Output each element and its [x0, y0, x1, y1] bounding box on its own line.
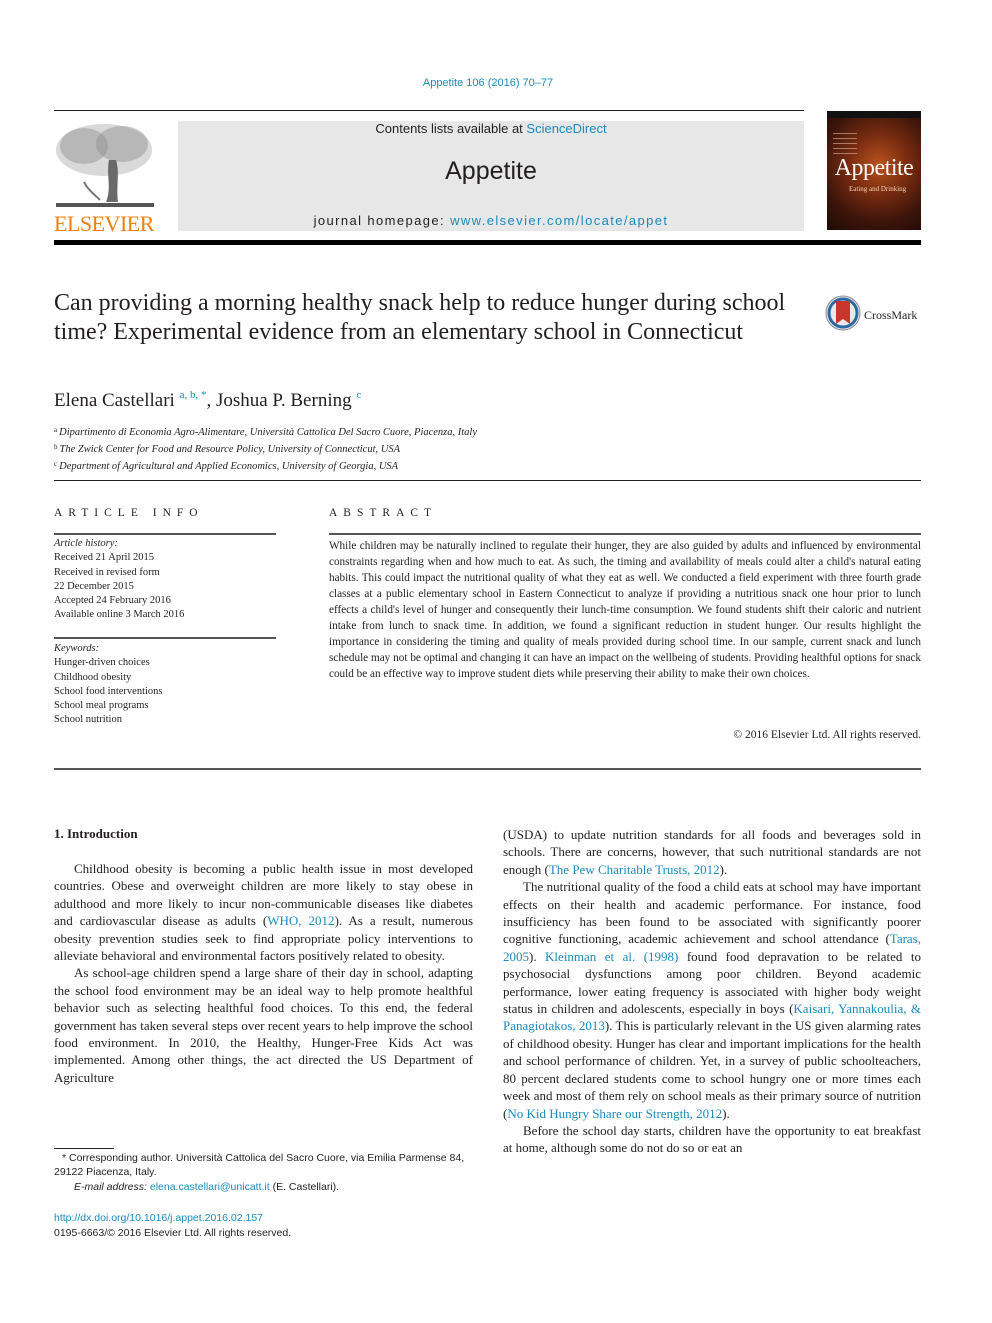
affiliation-mark: c: [54, 460, 58, 468]
article-history: Article history: Received 21 April 2015 …: [54, 537, 184, 623]
paragraph: Childhood obesity is becoming a public h…: [54, 860, 473, 964]
cover-subtitle: Eating and Drinking: [849, 185, 907, 193]
body-column-left: Childhood obesity is becoming a public h…: [54, 860, 473, 1086]
section-heading-introduction: 1. Introduction: [54, 826, 138, 841]
abstract-heading: ABSTRACT: [329, 507, 438, 519]
citation-link[interactable]: The Pew Charitable Trusts, 2012: [549, 862, 720, 877]
contents-label: Contents lists available at: [375, 121, 527, 136]
affiliation-mark: a: [54, 426, 58, 434]
citation-link[interactable]: No Kid Hungry Share our Strength, 2012: [507, 1106, 722, 1121]
cover-title: Appetite: [834, 155, 914, 181]
homepage-line: journal homepage: www.elsevier.com/locat…: [178, 213, 804, 228]
affiliation-text: The Zwick Center for Food and Resource P…: [59, 444, 401, 455]
article-history-label: Article history:: [54, 538, 118, 549]
paragraph-text: The nutritional quality of the food a ch…: [503, 879, 921, 947]
footnote: * Corresponding author. Università Catto…: [54, 1151, 473, 1194]
keywords-label: Keywords:: [54, 643, 100, 654]
header-rule: [54, 110, 804, 111]
affiliation-item: b The Zwick Center for Food and Resource …: [54, 440, 477, 457]
issn-copyright: 0195-6663/© 2016 Elsevier Ltd. All right…: [54, 1227, 292, 1239]
history-item: Received 21 April 2015: [54, 552, 155, 564]
doi-link[interactable]: http://dx.doi.org/10.1016/j.appet.2016.0…: [54, 1212, 263, 1224]
cover-topbar: [827, 111, 921, 118]
article-info-rule: [54, 533, 276, 535]
affiliation-item: a Dipartimento di Economia Agro-Alimentar…: [54, 423, 477, 440]
article-title: Can providing a morning healthy snack he…: [54, 290, 786, 345]
article-info-heading: ARTICLE INFO: [54, 507, 204, 519]
journal-reference-link[interactable]: Appetite 106 (2016) 70–77: [0, 77, 976, 89]
journal-name: Appetite: [445, 157, 537, 185]
affiliations: a Dipartimento di Economia Agro-Alimentar…: [54, 423, 477, 474]
crossmark-label: CrossMark: [864, 307, 918, 322]
keywords: Keywords: Hunger-driven choices Childhoo…: [54, 642, 163, 728]
crossmark-button[interactable]: CrossMark: [825, 295, 917, 335]
paragraph-text: ).: [529, 948, 546, 964]
paragraph: As school-age children spend a large sha…: [54, 965, 473, 1085]
body-column-right: (USDA) to update nutrition standards for…: [503, 826, 921, 1157]
journal-banner: Contents lists available at ScienceDirec…: [178, 121, 804, 231]
doi-block: http://dx.doi.org/10.1016/j.appet.2016.0…: [54, 1211, 291, 1241]
keyword-item: School food interventions: [54, 685, 163, 697]
history-item: 22 December 2015: [54, 580, 134, 592]
history-item: Received in revised form: [54, 566, 160, 578]
keyword-item: Hunger-driven choices: [54, 657, 150, 669]
affiliation-item: c Department of Agricultural and Applied …: [54, 457, 477, 474]
sciencedirect-link[interactable]: ScienceDirect: [526, 121, 606, 136]
abstract-rule: [329, 533, 921, 535]
abstract-copyright: © 2016 Elsevier Ltd. All rights reserved…: [733, 729, 921, 741]
history-item: Accepted 24 February 2016: [54, 595, 171, 607]
keyword-item: School meal programs: [54, 700, 149, 712]
author-name[interactable]: Elena Castellari: [54, 390, 175, 411]
citation-link[interactable]: Kleinman et al. (1998): [545, 949, 678, 964]
citation-link[interactable]: WHO, 2012: [267, 913, 334, 928]
abstract-bottom-rule: [54, 768, 921, 770]
keyword-item: Childhood obesity: [54, 671, 132, 683]
affiliation-text: Dipartimento di Economia Agro-Alimentare…: [59, 427, 478, 438]
author-list: Elena Castellari a, b, *, Joshua P. Bern…: [54, 389, 361, 412]
affiliation-text: Department of Agricultural and Applied E…: [59, 461, 399, 472]
affiliation-rule: [54, 480, 921, 481]
email-line: E-mail address: elena.castellari@unicatt…: [54, 1180, 473, 1194]
author-affiliation-marks[interactable]: c: [356, 389, 361, 401]
paragraph: Before the school day starts, children h…: [503, 1122, 921, 1156]
affiliation-mark: b: [54, 443, 58, 451]
keywords-rule: [54, 637, 276, 639]
author-affiliation-marks[interactable]: a, b, *: [180, 389, 207, 401]
paragraph: The nutritional quality of the food a ch…: [503, 878, 921, 1122]
author-name[interactable]: Joshua P. Berning: [216, 390, 352, 411]
paragraph: (USDA) to update nutrition standards for…: [503, 826, 921, 878]
keyword-item: School nutrition: [54, 714, 122, 726]
contents-line: Contents lists available at ScienceDirec…: [178, 121, 804, 136]
abstract-text: While children may be naturally inclined…: [329, 540, 921, 681]
journal-cover-image: Appetite Eating and Drinking: [827, 111, 921, 230]
elsevier-wordmark: ELSEVIER: [54, 211, 154, 236]
corresponding-author-note: * Corresponding author. Università Catto…: [54, 1152, 465, 1179]
email-link[interactable]: elena.castellari@unicatt.it: [150, 1181, 270, 1193]
author-separator: ,: [206, 390, 216, 411]
homepage-link[interactable]: www.elsevier.com/locate/appet: [450, 213, 668, 228]
paragraph-text: ).: [722, 1105, 730, 1121]
footnote-rule: [54, 1148, 114, 1149]
email-suffix: (E. Castellari).: [269, 1180, 340, 1193]
homepage-label: journal homepage:: [313, 213, 451, 228]
paragraph-text: ).: [719, 861, 728, 877]
crossmark-icon: [825, 295, 861, 335]
email-label: E-mail address:: [74, 1180, 150, 1193]
header-thick-rule: [54, 240, 921, 245]
history-item: Available online 3 March 2016: [54, 609, 185, 621]
